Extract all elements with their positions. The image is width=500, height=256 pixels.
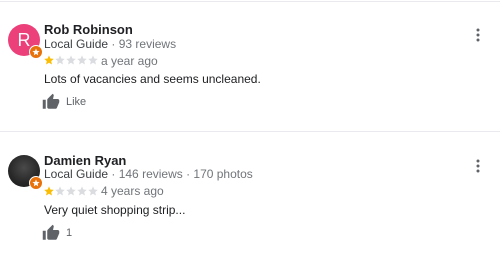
like-button[interactable]: 1: [42, 224, 72, 242]
like-label: Like: [66, 96, 87, 108]
like-button[interactable]: Like: [42, 93, 86, 111]
star-rating: [44, 55, 98, 65]
more-options-button[interactable]: [470, 156, 486, 176]
star-empty-icon: [88, 186, 98, 196]
avatar-letter: R: [17, 29, 31, 50]
star-empty-icon: [77, 55, 87, 65]
reviewer-meta[interactable]: Local Guide · 93 reviews: [44, 37, 176, 51]
avatar[interactable]: [8, 155, 43, 190]
thumb-up-icon: [42, 93, 60, 109]
review-card: R Rob Robinson Local Guide · 93 reviews …: [0, 0, 500, 130]
reviewer-name[interactable]: Rob Robinson: [44, 22, 133, 37]
reviewer-meta[interactable]: Local Guide · 146 reviews · 170 photos: [44, 167, 253, 181]
star-empty-icon: [55, 55, 65, 65]
star-empty-icon: [66, 55, 76, 65]
review-time: a year ago: [101, 54, 158, 68]
thumb-up-icon: [42, 224, 60, 240]
more-vert-icon: [476, 159, 480, 173]
star-rating: [44, 186, 98, 196]
star-empty-icon: [88, 55, 98, 65]
local-guide-badge-icon: [29, 176, 43, 190]
star-filled-icon: [44, 55, 54, 65]
star-empty-icon: [66, 186, 76, 196]
reviewer-stats: · 146 reviews · 170 photos: [108, 167, 253, 181]
review-time: 4 years ago: [101, 184, 164, 198]
star-empty-icon: [55, 186, 65, 196]
review-text: Lots of vacancies and seems uncleaned.: [44, 72, 261, 86]
more-vert-icon: [476, 28, 480, 42]
review-text: Very quiet shopping strip...: [44, 203, 186, 217]
star-filled-icon: [44, 186, 54, 196]
reviewer-stats: · 93 reviews: [108, 37, 177, 51]
more-options-button[interactable]: [470, 25, 486, 45]
star-empty-icon: [77, 186, 87, 196]
like-count: 1: [66, 227, 73, 239]
avatar[interactable]: R: [8, 24, 43, 59]
review-card: Damien Ryan Local Guide · 146 reviews · …: [0, 132, 500, 256]
local-guide-label: Local Guide: [44, 167, 109, 181]
local-guide-label: Local Guide: [44, 37, 109, 51]
reviewer-name[interactable]: Damien Ryan: [44, 153, 126, 168]
local-guide-badge-icon: [29, 45, 43, 59]
